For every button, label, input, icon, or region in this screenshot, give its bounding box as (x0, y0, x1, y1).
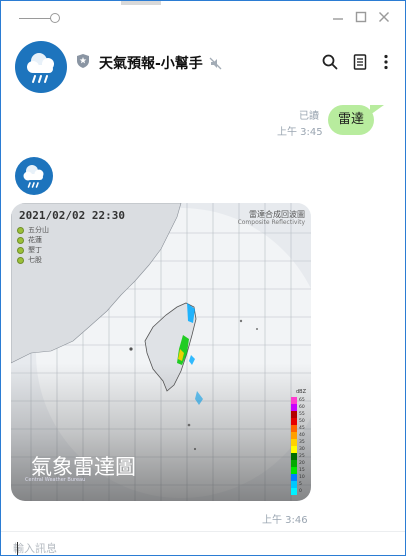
scale-swatch (291, 488, 297, 495)
more-vertical-icon[interactable] (377, 53, 395, 71)
scale-row: 50 (291, 418, 311, 425)
scale-row: 20 (291, 460, 311, 467)
scale-row: 60 (291, 404, 311, 411)
scale-label: 10 (299, 475, 305, 480)
avatar[interactable] (15, 41, 67, 93)
message-input-area (1, 531, 405, 555)
sender-avatar[interactable] (15, 157, 53, 195)
scale-label: 50 (299, 419, 305, 424)
scale-swatch (291, 439, 297, 446)
scale-swatch (291, 474, 297, 481)
scale-swatch (291, 432, 297, 439)
shield-icon (77, 53, 89, 68)
radar-station-legend: 五分山 花蓮 墾丁 七股 (17, 225, 49, 265)
scale-label: 20 (299, 461, 305, 466)
weather-cloud-icon (23, 165, 44, 188)
scale-row: 35 (291, 439, 311, 446)
minimize-icon[interactable] (331, 10, 345, 24)
scale-label: 45 (299, 426, 305, 431)
scale-label: 5 (299, 482, 302, 487)
scale-label: 15 (299, 468, 305, 473)
scale-row: 15 (291, 467, 311, 474)
notes-icon[interactable] (351, 53, 369, 71)
scale-label: 40 (299, 433, 305, 438)
received-timestamp: 上午 3:46 (262, 515, 308, 526)
legend-item: 七股 (17, 255, 49, 265)
sent-timestamp: 上午 3:45 (277, 127, 323, 138)
scale-label: 35 (299, 440, 305, 445)
radar-image-card[interactable]: 2021/02/02 22:30 五分山 花蓮 墾丁 七股 雷達合成回波圖 Co… (11, 203, 311, 501)
legend-item: 花蓮 (17, 235, 49, 245)
search-icon[interactable] (321, 53, 339, 71)
sent-message-bubble[interactable]: 雷達 (328, 105, 374, 135)
message-input[interactable] (13, 540, 393, 555)
pin-slider-icon[interactable] (19, 11, 61, 25)
scale-row: 30 (291, 446, 311, 453)
legend-item: 五分山 (17, 225, 49, 235)
message-list[interactable]: 已讀 上午 3:45 雷達 2021/02/02 22:30 五分山 花蓮 墾丁… (1, 95, 405, 531)
scale-row: 10 (291, 474, 311, 481)
scale-swatch (291, 467, 297, 474)
chat-window: 天氣預報-小幫手 已讀 上午 3:45 雷達 2021/02/02 22:30 … (0, 0, 406, 556)
chat-title: 天氣預報-小幫手 (99, 56, 203, 72)
scale-swatch (291, 411, 297, 418)
scale-row: 5 (291, 481, 311, 488)
radar-timestamp: 2021/02/02 22:30 (19, 209, 125, 222)
scale-row: 45 (291, 425, 311, 432)
chat-header: 天氣預報-小幫手 (1, 31, 405, 95)
radar-title-en: Composite Reflectivity (237, 219, 305, 226)
weather-cloud-icon (27, 53, 54, 83)
drag-handle[interactable] (121, 1, 161, 5)
maximize-icon[interactable] (354, 10, 368, 24)
title-bar (1, 1, 405, 31)
scale-unit: dBZ (296, 389, 307, 395)
scale-row: 55 (291, 411, 311, 418)
text-cursor (17, 542, 18, 555)
scale-swatch (291, 425, 297, 432)
scale-row: 25 (291, 453, 311, 460)
scale-row: 40 (291, 432, 311, 439)
scale-swatch (291, 446, 297, 453)
card-org: Central Weather Bureau (25, 477, 86, 483)
reflectivity-scale: 65 60 55 50 45 40 35 30 25 20 15 10 5 0 (291, 397, 311, 495)
scale-label: 65 (299, 398, 305, 403)
scale-label: 0 (299, 489, 302, 494)
legend-item: 墾丁 (17, 245, 49, 255)
read-receipt: 已讀 (299, 111, 319, 122)
scale-row: 0 (291, 488, 311, 495)
scale-swatch (291, 481, 297, 488)
mute-icon (209, 55, 223, 70)
scale-swatch (291, 397, 297, 404)
close-icon[interactable] (377, 10, 391, 24)
scale-label: 55 (299, 412, 305, 417)
scale-row: 65 (291, 397, 311, 404)
scale-label: 30 (299, 447, 305, 452)
scale-swatch (291, 404, 297, 411)
scale-label: 25 (299, 454, 305, 459)
scale-swatch (291, 418, 297, 425)
scale-swatch (291, 453, 297, 460)
scale-label: 60 (299, 405, 305, 410)
scale-swatch (291, 460, 297, 467)
